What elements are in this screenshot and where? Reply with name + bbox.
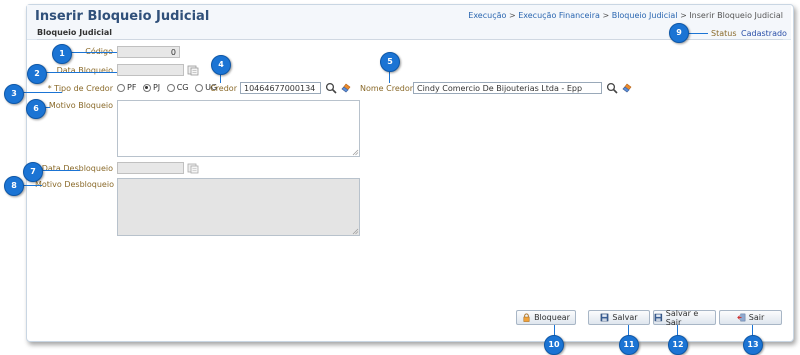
callout-badge-9: 9 bbox=[669, 23, 689, 43]
salvar-e-sair-button-label: Salvar e Sair bbox=[665, 308, 699, 327]
callout-badge-7: 7 bbox=[23, 162, 43, 182]
radio-pf[interactable] bbox=[117, 83, 125, 92]
callout-badge-6: 6 bbox=[26, 99, 46, 119]
callout-badge-3: 3 bbox=[4, 84, 24, 104]
bloquear-button-label: Bloquear bbox=[534, 313, 570, 322]
credor-field[interactable]: 10464677000134 bbox=[240, 82, 321, 94]
motivo-desbloqueio-textarea bbox=[117, 178, 360, 236]
calendar-icon[interactable] bbox=[187, 64, 199, 76]
breadcrumb-separator: > bbox=[680, 11, 687, 20]
breadcrumb-separator: > bbox=[508, 11, 516, 20]
nome-credor-label: Nome Credor bbox=[360, 84, 414, 93]
callout-badge-2: 2 bbox=[27, 64, 47, 84]
sair-button[interactable]: Sair bbox=[719, 310, 782, 325]
radio-option-pj[interactable]: PJ bbox=[142, 83, 161, 92]
exit-door-icon bbox=[736, 313, 746, 322]
breadcrumb-separator: > bbox=[602, 11, 610, 20]
callout-connector bbox=[40, 170, 80, 171]
bloquear-button[interactable]: Bloquear bbox=[516, 310, 576, 325]
salvar-button[interactable]: Salvar bbox=[588, 310, 650, 325]
radio-option-cg[interactable]: CG bbox=[166, 83, 189, 92]
calendar-icon bbox=[187, 163, 199, 174]
tipo-credor-radio-group: PF PJ CG UG bbox=[117, 83, 221, 94]
radio-label-cg: CG bbox=[176, 83, 189, 92]
data-bloqueio-label: Data Bloqueio bbox=[56, 66, 113, 75]
breadcrumb-execucao-financeira[interactable]: Execução Financeira bbox=[518, 11, 600, 20]
credor-label: Credor bbox=[210, 84, 237, 93]
radio-label-pf: PF bbox=[127, 83, 137, 92]
callout-connector bbox=[70, 52, 117, 53]
salvar-button-label: Salvar bbox=[612, 313, 638, 322]
motivo-bloqueio-textarea[interactable] bbox=[117, 100, 360, 157]
callout-badge-10: 10 bbox=[544, 335, 564, 355]
data-desbloqueio-label: Data Desbloqueio bbox=[41, 164, 113, 173]
page-title: Inserir Bloqueio Judicial bbox=[35, 9, 210, 24]
status-value: Cadastrado bbox=[741, 29, 787, 38]
callout-badge-8: 8 bbox=[4, 176, 24, 196]
breadcrumb-bloqueio-judicial[interactable]: Bloqueio Judicial bbox=[612, 11, 678, 20]
resize-handle-icon[interactable] bbox=[352, 149, 359, 156]
salvar-e-sair-button[interactable]: Salvar e Sair bbox=[653, 308, 716, 327]
callout-badge-12: 12 bbox=[668, 335, 688, 355]
save-and-exit-icon bbox=[654, 313, 663, 322]
radio-label-pj: PJ bbox=[152, 83, 161, 92]
lock-icon bbox=[523, 313, 530, 322]
callout-connector bbox=[44, 72, 117, 73]
callout-badge-13: 13 bbox=[743, 335, 763, 355]
data-bloqueio-field[interactable] bbox=[117, 64, 184, 76]
radio-cg[interactable] bbox=[166, 83, 175, 92]
codigo-field: 0 bbox=[117, 46, 180, 58]
data-desbloqueio-field bbox=[117, 162, 184, 174]
breadcrumb: Execução > Execução Financeira > Bloquei… bbox=[468, 11, 783, 20]
radio-ug[interactable] bbox=[195, 83, 204, 92]
callout-connector bbox=[22, 92, 62, 93]
sair-button-label: Sair bbox=[748, 313, 765, 322]
callout-badge-5: 5 bbox=[380, 52, 400, 72]
callout-connector bbox=[688, 33, 708, 34]
nome-credor-field[interactable]: Cindy Comercio De Bijouterias Ltda - Epp bbox=[413, 82, 602, 94]
radio-option-pf[interactable]: PF bbox=[117, 83, 136, 92]
search-icon[interactable] bbox=[325, 82, 337, 94]
floppy-disk-icon bbox=[601, 313, 609, 322]
radio-pj[interactable] bbox=[142, 83, 151, 92]
search-icon[interactable] bbox=[606, 82, 618, 94]
breadcrumb-current: Inserir Bloqueio Judicial bbox=[689, 11, 783, 20]
callout-badge-11: 11 bbox=[619, 335, 639, 355]
callout-badge-4: 4 bbox=[211, 55, 231, 75]
status-label: Status bbox=[711, 29, 737, 38]
motivo-desbloqueio-label: Motivo Desbloqueio bbox=[35, 180, 114, 189]
breadcrumb-execucao[interactable]: Execução bbox=[468, 11, 506, 20]
callout-badge-1: 1 bbox=[52, 44, 72, 64]
section-title: Bloqueio Judicial bbox=[37, 28, 112, 37]
motivo-bloqueio-label: Motivo Bloqueio bbox=[48, 101, 113, 110]
eraser-icon[interactable] bbox=[340, 82, 352, 94]
callout-connector bbox=[22, 185, 42, 186]
resize-handle-icon bbox=[352, 228, 359, 235]
eraser-icon[interactable] bbox=[621, 82, 633, 94]
